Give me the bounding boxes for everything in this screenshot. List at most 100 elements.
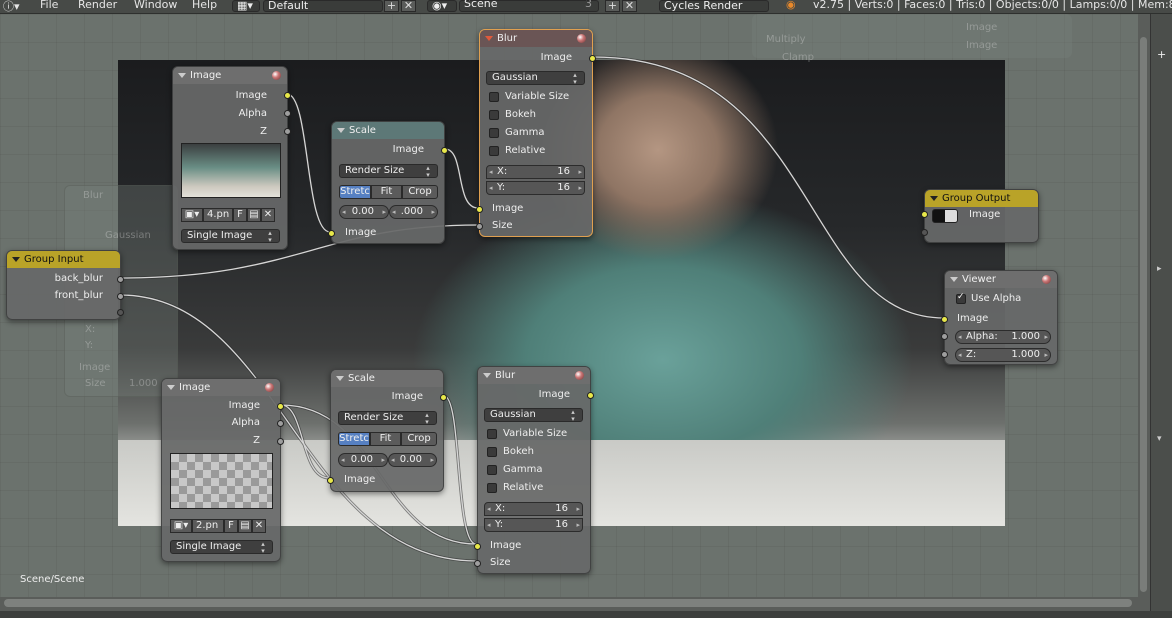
output-image-socket[interactable] <box>284 92 291 99</box>
relative-checkbox[interactable] <box>487 483 497 493</box>
output-front-blur-socket[interactable] <box>117 293 124 300</box>
collapse-icon[interactable] <box>930 196 938 201</box>
panel-collapse-icon[interactable]: ▾ <box>1157 434 1162 444</box>
output-image-socket[interactable] <box>440 394 447 401</box>
relative-checkbox[interactable] <box>489 146 499 156</box>
crop-mode-button[interactable]: Crop <box>402 185 438 199</box>
stretch-mode-button[interactable]: Stretc <box>339 185 371 199</box>
input-size-socket[interactable] <box>474 560 481 567</box>
input-alpha-socket[interactable] <box>941 333 948 340</box>
node-header[interactable]: Scale <box>331 370 443 387</box>
output-alpha-socket[interactable] <box>277 420 284 427</box>
crop-mode-button[interactable]: Crop <box>401 432 437 446</box>
output-back-blur-socket[interactable] <box>117 276 124 283</box>
node-header[interactable]: Viewer <box>945 271 1057 288</box>
collapse-icon[interactable] <box>337 128 345 133</box>
blur-node-top[interactable]: Blur Image Gaussian Variable Size Bokeh … <box>476 29 596 237</box>
node-header[interactable]: Scale <box>332 122 444 139</box>
add-icon[interactable]: + <box>1157 48 1166 61</box>
offset-x-field[interactable]: 0.00 <box>339 205 389 219</box>
image-name-field[interactable]: 4.pn <box>203 208 233 222</box>
image-node-top[interactable]: Image Image Alpha Z ▣▾ 4.pn F ▤ ✕ Single… <box>172 66 291 250</box>
preview-toggle-icon[interactable] <box>1042 275 1051 284</box>
bokeh-checkbox[interactable] <box>489 110 499 120</box>
gamma-checkbox[interactable] <box>489 128 499 138</box>
preview-toggle-icon[interactable] <box>575 371 584 380</box>
offset-x-field[interactable]: 0.00 <box>338 453 388 467</box>
input-image-socket[interactable] <box>474 543 481 550</box>
collapse-icon[interactable] <box>950 277 958 282</box>
scale-node-bottom[interactable]: Scale Image Render Size Stretc Fit Crop … <box>327 369 447 492</box>
image-browse-icon[interactable]: ▣▾ <box>181 208 203 222</box>
preview-toggle-icon[interactable] <box>577 34 586 43</box>
node-header[interactable]: Group Input <box>7 251 120 268</box>
image-node-bottom[interactable]: Image Image Alpha Z ▣▾ 2.pn F ▤ ✕ Single… <box>161 378 284 562</box>
group-output-node[interactable]: Group Output Image <box>921 189 1039 243</box>
unlink-icon[interactable]: ✕ <box>261 208 275 222</box>
group-input-node[interactable]: Group Input back_blur front_blur <box>6 250 124 320</box>
image-source-dropdown[interactable]: Single Image <box>181 229 280 243</box>
output-z-socket[interactable] <box>284 128 291 135</box>
size-y-field[interactable]: Y: 16 <box>486 181 585 195</box>
collapse-icon[interactable] <box>12 257 20 262</box>
z-field[interactable]: Z: 1.000 <box>955 348 1051 362</box>
input-empty-socket[interactable] <box>921 229 928 236</box>
preview-toggle-icon[interactable] <box>265 383 274 392</box>
space-dropdown[interactable]: Render Size <box>338 411 437 425</box>
scale-node-top[interactable]: Scale Image Render Size Stretc Fit Crop … <box>328 121 448 244</box>
output-alpha-socket[interactable] <box>284 110 291 117</box>
preview-toggle-icon[interactable] <box>272 71 281 80</box>
filter-type-dropdown[interactable]: Gaussian <box>484 408 583 422</box>
collapse-icon[interactable] <box>485 36 493 41</box>
collapse-icon[interactable] <box>336 376 344 381</box>
input-size-socket[interactable] <box>476 223 483 230</box>
image-browse-icon[interactable]: ▣▾ <box>170 519 192 533</box>
vertical-scroll-thumb[interactable] <box>1140 37 1147 592</box>
space-dropdown[interactable]: Render Size <box>339 164 438 178</box>
stretch-mode-button[interactable]: Stretc <box>338 432 370 446</box>
color-swatch-icon[interactable] <box>932 209 958 223</box>
node-header[interactable]: Group Output <box>925 190 1038 207</box>
input-z-socket[interactable] <box>941 351 948 358</box>
output-empty-socket[interactable] <box>117 309 124 316</box>
input-image-socket[interactable] <box>327 477 334 484</box>
blur-node-bottom[interactable]: Blur Image Gaussian Variable Size Bokeh … <box>474 366 594 574</box>
filter-type-dropdown[interactable]: Gaussian <box>486 71 585 85</box>
fake-user-button[interactable]: F <box>224 519 238 533</box>
fit-mode-button[interactable]: Fit <box>370 432 401 446</box>
gamma-checkbox[interactable] <box>487 465 497 475</box>
unlink-icon[interactable]: ✕ <box>252 519 266 533</box>
size-x-field[interactable]: X: 16 <box>484 502 583 516</box>
collapse-icon[interactable] <box>167 385 175 390</box>
input-image-socket[interactable] <box>921 211 928 218</box>
node-header[interactable]: Image <box>162 379 280 396</box>
viewer-node[interactable]: Viewer Use Alpha Image Alpha: 1.000 Z: 1.0… <box>941 270 1058 365</box>
collapse-icon[interactable] <box>178 73 186 78</box>
offset-y-field[interactable]: 0.00 <box>388 453 437 467</box>
variable-size-checkbox[interactable] <box>489 92 499 102</box>
horizontal-scroll-thumb[interactable] <box>4 599 1132 607</box>
fake-user-button[interactable]: F <box>233 208 247 222</box>
output-image-socket[interactable] <box>589 55 596 62</box>
image-name-field[interactable]: 2.pn <box>192 519 224 533</box>
fit-mode-button[interactable]: Fit <box>371 185 402 199</box>
open-file-icon[interactable]: ▤ <box>247 208 261 222</box>
size-x-field[interactable]: X: 16 <box>486 165 585 179</box>
output-z-socket[interactable] <box>277 438 284 445</box>
collapse-icon[interactable] <box>483 373 491 378</box>
output-image-socket[interactable] <box>441 147 448 154</box>
offset-y-field[interactable]: .000 <box>389 205 438 219</box>
input-image-socket[interactable] <box>328 230 335 237</box>
input-image-socket[interactable] <box>941 316 948 323</box>
node-header[interactable]: Blur <box>478 367 590 384</box>
alpha-field[interactable]: Alpha: 1.000 <box>955 330 1051 344</box>
properties-side-panel[interactable]: + ▸ ▾ <box>1150 14 1172 611</box>
image-source-dropdown[interactable]: Single Image <box>170 540 273 554</box>
use-alpha-checkbox[interactable] <box>956 292 966 304</box>
input-image-socket[interactable] <box>476 206 483 213</box>
variable-size-checkbox[interactable] <box>487 429 497 439</box>
node-header[interactable]: Image <box>173 67 287 84</box>
output-image-socket[interactable] <box>277 403 284 410</box>
output-image-socket[interactable] <box>587 392 594 399</box>
bokeh-checkbox[interactable] <box>487 447 497 457</box>
